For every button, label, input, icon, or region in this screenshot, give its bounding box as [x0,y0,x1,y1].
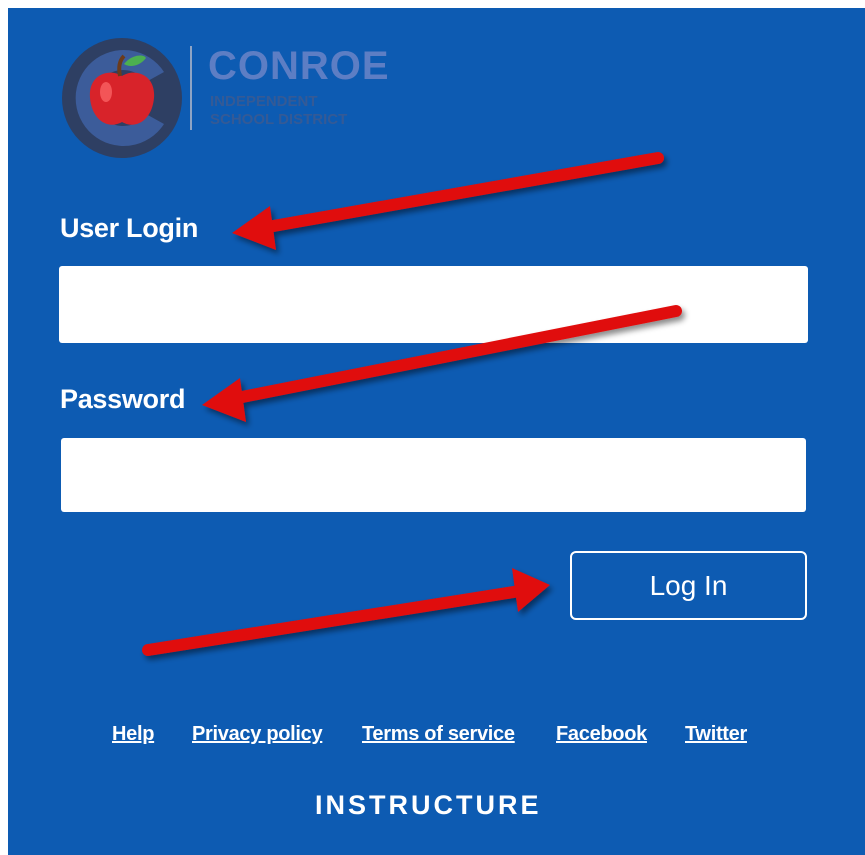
district-subtitle-line1: INDEPENDENT [210,93,318,110]
password-label: Password [60,384,186,414]
footer-links: Help Privacy policy Terms of service Fac… [8,723,865,753]
login-button[interactable]: Log In [570,551,807,620]
privacy-policy-link[interactable]: Privacy policy [192,723,323,746]
instructure-wordmark: INSTRUCTURE [315,790,542,820]
password-input[interactable] [61,438,806,512]
terms-of-service-link[interactable]: Terms of service [362,723,515,746]
conroe-apple-logo-icon [62,38,182,158]
user-login-input[interactable] [59,266,808,343]
user-login-label: User Login [60,213,199,243]
district-name: CONROE [208,44,390,88]
district-logo: CONROE INDEPENDENT SCHOOL DISTRICT [60,36,400,161]
district-subtitle-line2: SCHOOL DISTRICT [210,111,348,128]
twitter-link[interactable]: Twitter [685,723,747,746]
logo-divider [190,46,192,130]
facebook-link[interactable]: Facebook [556,723,647,746]
help-link[interactable]: Help [112,723,154,746]
login-panel: CONROE INDEPENDENT SCHOOL DISTRICT User … [8,8,865,855]
